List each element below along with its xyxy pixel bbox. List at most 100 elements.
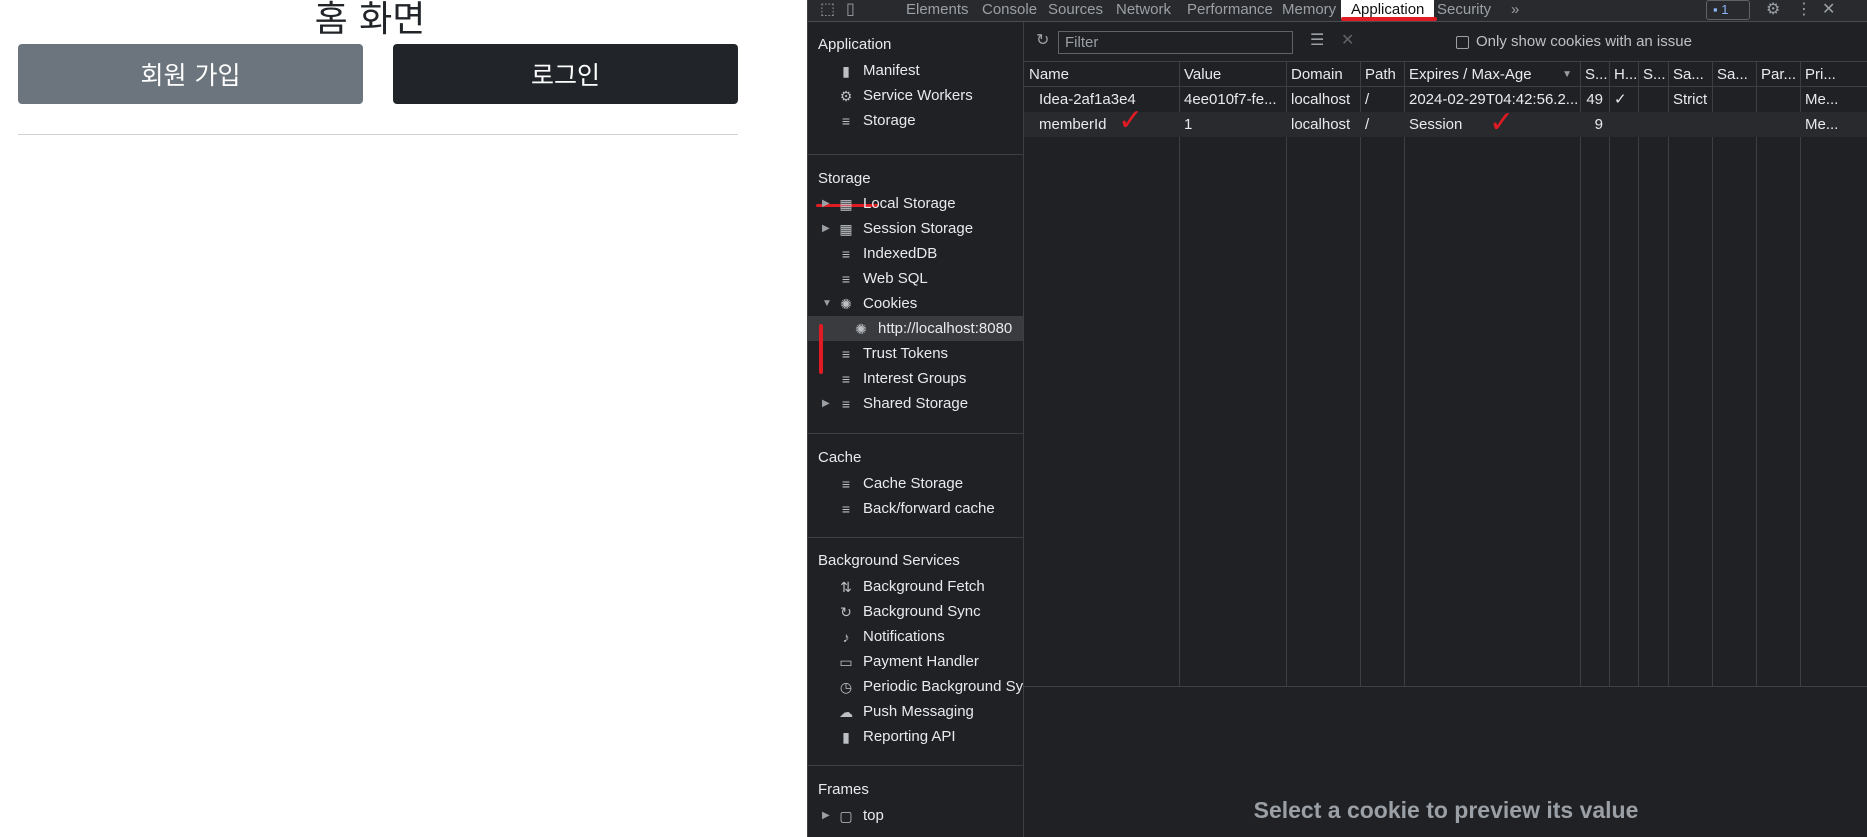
sidebar-item-cookie-origin[interactable]: ✺ http://localhost:8080 <box>808 316 1023 341</box>
sidebar-item-web-sql[interactable]: ≡ Web SQL <box>808 266 1023 291</box>
document-icon: ▮ <box>842 62 850 79</box>
cell-value: 1 <box>1184 116 1193 133</box>
divider <box>1024 686 1867 687</box>
sidebar-item-local-storage[interactable]: ▶ ▦ Local Storage <box>808 191 1023 216</box>
table-icon: ▦ <box>839 220 853 237</box>
column-header-priority[interactable]: Pri... <box>1800 62 1867 87</box>
tab-elements[interactable]: Elements <box>906 0 969 22</box>
tab-performance[interactable]: Performance <box>1187 0 1273 22</box>
column-header-expires[interactable]: Expires / Max-Age ▼ <box>1404 62 1580 87</box>
screen: 홈 화면 회원 가입 로그인 ⬚ ▯ Elements Console Sour… <box>0 0 1867 837</box>
sidebar-item-manifest[interactable]: ▮ Manifest <box>808 58 1023 83</box>
refresh-icon[interactable]: ↻ <box>1036 32 1049 50</box>
column-divider <box>1800 62 1801 686</box>
document-icon: ▮ <box>842 728 850 745</box>
column-header-partition-key[interactable]: Par... <box>1756 62 1800 87</box>
collapse-arrow-icon[interactable]: ▼ <box>822 298 832 309</box>
table-row[interactable]: memberId 1 localhost / Session 9 Me... <box>1024 112 1867 137</box>
cell-size: 49 <box>1586 91 1603 108</box>
sidebar-item-frame-top[interactable]: ▶ ▢ top <box>808 803 1023 828</box>
device-toolbar-icon[interactable]: ▯ <box>846 1 855 19</box>
cookie-preview-placeholder: Select a cookie to preview its value <box>1253 797 1639 823</box>
devtools-tab-bar: ⬚ ▯ Elements Console Sources Network Per… <box>808 0 1867 22</box>
sidebar-item-cache-storage[interactable]: ≡ Cache Storage <box>808 471 1023 496</box>
table-row[interactable]: Idea-2af1a3e4 4ee010f7-fe... localhost /… <box>1024 87 1867 112</box>
cell-priority: Me... <box>1805 91 1839 108</box>
sidebar-item-background-sync[interactable]: ↻ Background Sync <box>808 599 1023 624</box>
column-header-name[interactable]: Name <box>1024 62 1179 87</box>
sidebar-item-payment-handler[interactable]: ▭ Payment Handler <box>808 649 1023 674</box>
sidebar-item-session-storage[interactable]: ▶ ▦ Session Storage <box>808 216 1023 241</box>
sidebar-item-background-fetch[interactable]: ⇅ Background Fetch <box>808 574 1023 599</box>
column-header-domain[interactable]: Domain <box>1286 62 1360 87</box>
divider <box>808 765 1024 766</box>
filter-input[interactable] <box>1058 31 1293 54</box>
column-divider <box>1179 62 1180 686</box>
tab-sources[interactable]: Sources <box>1048 0 1103 22</box>
expand-arrow-icon[interactable]: ▶ <box>822 398 832 409</box>
login-button[interactable]: 로그인 <box>393 44 738 104</box>
section-frames: Frames <box>818 781 869 798</box>
cell-priority: Me... <box>1805 116 1839 133</box>
cookie-icon: ✺ <box>855 320 867 337</box>
tab-console[interactable]: Console <box>982 0 1037 22</box>
only-issues-checkbox[interactable] <box>1456 36 1469 49</box>
sync-icon: ↻ <box>840 603 852 620</box>
column-header-value[interactable]: Value <box>1179 62 1286 87</box>
sidebar-item-notifications[interactable]: ♪ Notifications <box>808 624 1023 649</box>
database-icon: ≡ <box>841 475 851 492</box>
column-header-secure[interactable]: S... <box>1638 62 1668 87</box>
annotation-check-mark: ✓ <box>1489 106 1515 139</box>
clear-filtered-icon[interactable]: ☰ <box>1310 32 1324 50</box>
more-options-icon[interactable]: ⋮ <box>1796 1 1812 19</box>
expand-arrow-icon[interactable]: ▶ <box>822 198 832 209</box>
cell-name: memberId <box>1039 116 1107 133</box>
inspect-element-icon[interactable]: ⬚ <box>820 1 835 19</box>
signup-button[interactable]: 회원 가입 <box>18 44 363 104</box>
sidebar-item-cookies[interactable]: ▼ ✺ Cookies <box>808 291 1023 316</box>
expand-arrow-icon[interactable]: ▶ <box>822 810 832 821</box>
cell-httponly: ✓ <box>1614 91 1627 108</box>
column-divider <box>1668 62 1669 686</box>
tab-memory[interactable]: Memory <box>1282 0 1336 22</box>
sidebar-item-periodic-background-sync[interactable]: ◷ Periodic Background Sync <box>808 674 1023 699</box>
tab-network[interactable]: Network <box>1116 0 1171 22</box>
annotation-underline <box>1341 17 1437 21</box>
cell-domain: localhost <box>1291 91 1351 108</box>
delete-icon[interactable]: ✕ <box>1341 32 1354 50</box>
sidebar-item-back-forward-cache[interactable]: ≡ Back/forward cache <box>808 496 1023 521</box>
cell-partition-key <box>1756 87 1800 112</box>
cookies-toolbar: ↻ ☰ ✕ Only show cookies with an issue <box>1024 22 1867 62</box>
column-header-samesite[interactable]: Sa... <box>1668 62 1712 87</box>
sidebar-item-storage[interactable]: ≡ Storage <box>808 108 1023 133</box>
only-issues-label: Only show cookies with an issue <box>1476 33 1692 50</box>
cookie-icon: ✺ <box>840 295 852 312</box>
column-header-size[interactable]: S... <box>1580 62 1609 87</box>
issues-badge[interactable]: ▪ 1 <box>1706 0 1750 20</box>
clock-icon: ◷ <box>839 678 853 695</box>
cell-path: / <box>1365 91 1370 108</box>
sidebar-item-service-workers[interactable]: ⚙ Service Workers <box>808 83 1023 108</box>
sidebar-item-reporting-api[interactable]: ▮ Reporting API <box>808 724 1023 749</box>
close-icon[interactable]: ✕ <box>1822 1 1835 19</box>
database-icon: ≡ <box>841 245 851 262</box>
more-tabs-icon[interactable]: » <box>1511 0 1519 22</box>
sidebar-item-indexeddb[interactable]: ≡ IndexedDB <box>808 241 1023 266</box>
cookies-table: Name Value Domain Path Expires / Max-Age… <box>1024 62 1867 686</box>
column-header-httponly[interactable]: H... <box>1609 62 1638 87</box>
section-application: Application <box>818 36 892 53</box>
column-divider <box>1712 62 1713 686</box>
tab-security[interactable]: Security <box>1437 0 1491 22</box>
cell-size: 9 <box>1594 116 1603 133</box>
cell-value: 4ee010f7-fe... <box>1184 91 1277 108</box>
expand-arrow-icon[interactable]: ▶ <box>822 223 832 234</box>
column-header-sameparty[interactable]: Sa... <box>1712 62 1756 87</box>
sort-desc-icon: ▼ <box>1562 69 1572 80</box>
sidebar-item-interest-groups[interactable]: ≡ Interest Groups <box>808 366 1023 391</box>
cell-name: Idea-2af1a3e4 <box>1039 91 1136 108</box>
sidebar-item-trust-tokens[interactable]: ≡ Trust Tokens <box>808 341 1023 366</box>
sidebar-item-push-messaging[interactable]: ☁ Push Messaging <box>808 699 1023 724</box>
settings-icon[interactable]: ⚙ <box>1766 1 1780 19</box>
column-header-path[interactable]: Path <box>1360 62 1404 87</box>
sidebar-item-shared-storage[interactable]: ▶ ≡ Shared Storage <box>808 391 1023 416</box>
